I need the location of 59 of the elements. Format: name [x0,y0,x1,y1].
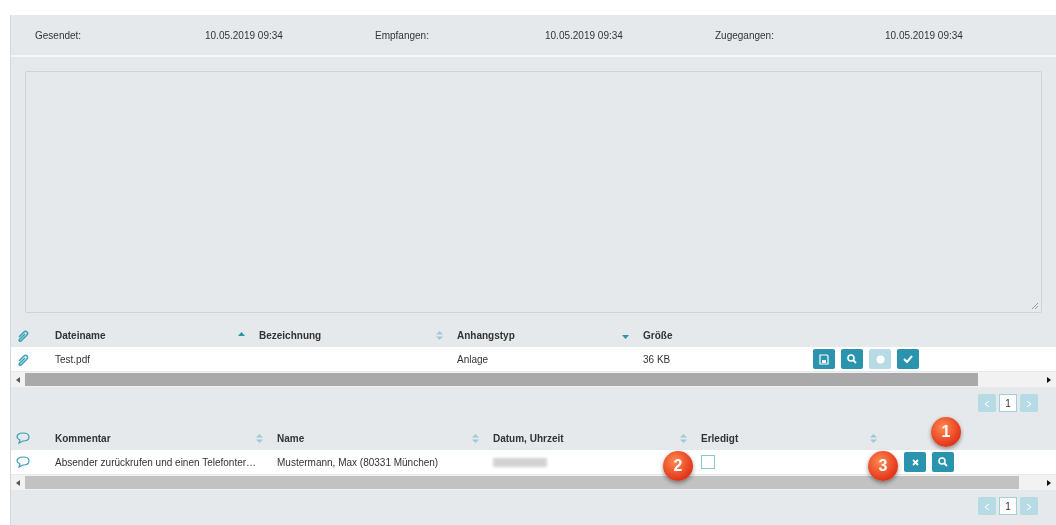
previous-page-button[interactable] [978,497,996,515]
search-icon [938,457,948,467]
next-page-button[interactable] [1020,394,1038,412]
paperclip-icon [16,328,30,342]
chevron-right-icon [1027,401,1031,407]
field-label: Gesendet: [35,29,83,41]
checkbox[interactable] [701,455,715,469]
speech-bubble-icon [16,455,30,469]
chevron-left-icon [985,504,989,510]
check-button[interactable] [897,349,919,369]
page-number[interactable]: 1 [999,394,1017,412]
column-header[interactable]: Dateiname [55,329,106,341]
scrollbar-thumb[interactable] [25,476,1019,489]
field-value: 10.05.2019 09:34 [545,29,624,41]
redacted-text [493,457,547,467]
resize-grip-icon[interactable] [1031,302,1039,310]
save-button[interactable] [813,349,835,369]
field-value: 10.05.2019 09:34 [885,29,964,41]
search-icon [847,354,857,364]
scroll-right-icon[interactable] [1047,479,1051,486]
field-value: 10.05.2019 09:34 [205,29,284,41]
page-number[interactable]: 1 [999,497,1017,515]
callout-badge: 1 [931,417,961,447]
scroll-right-icon[interactable] [1047,376,1051,383]
column-header[interactable]: Datum, Uhrzeit [493,432,564,444]
field-label: Zugegangen: [715,29,775,41]
column-header[interactable]: Größe [643,329,673,341]
sort-icon[interactable] [472,433,479,443]
search-button[interactable] [841,349,863,369]
paperclip-icon [16,352,30,366]
field-label: Empfangen: [375,29,430,41]
table-cell-text: Anlage [457,353,490,365]
chevron-left-icon [985,401,989,407]
search-button[interactable] [932,452,954,472]
close-icon [911,458,919,466]
speech-bubble-icon [16,431,30,445]
chevron-right-icon [1027,504,1031,510]
column-header[interactable]: Name [277,432,305,444]
previous-page-button[interactable] [978,394,996,412]
table-cell-text: Mustermann, Max (80331 München) [277,456,440,468]
message-textarea[interactable] [25,71,1042,313]
sort-icon[interactable] [870,433,877,443]
delete-button[interactable] [904,452,926,472]
sort-icon[interactable] [256,433,263,443]
scroll-left-icon[interactable] [16,479,20,486]
table-cell-text: Test.pdf [55,353,92,365]
table-cell-text: 36 KB [643,353,672,365]
column-header[interactable]: Erledigt [701,432,739,444]
scroll-left-icon[interactable] [16,376,20,383]
sort-icon[interactable] [436,330,443,340]
column-header[interactable]: Anhangstyp [457,329,515,341]
column-header[interactable]: Bezeichnung [259,329,322,341]
table-cell-text: Absender zurückrufen und einen Telefonter… [55,456,258,468]
sort-icon[interactable] [680,433,687,443]
scrollbar-thumb[interactable] [25,373,978,386]
circle-icon [875,354,885,364]
next-page-button[interactable] [1020,497,1038,515]
checkmark-icon [903,355,913,363]
column-header[interactable]: Kommentar [55,432,111,444]
